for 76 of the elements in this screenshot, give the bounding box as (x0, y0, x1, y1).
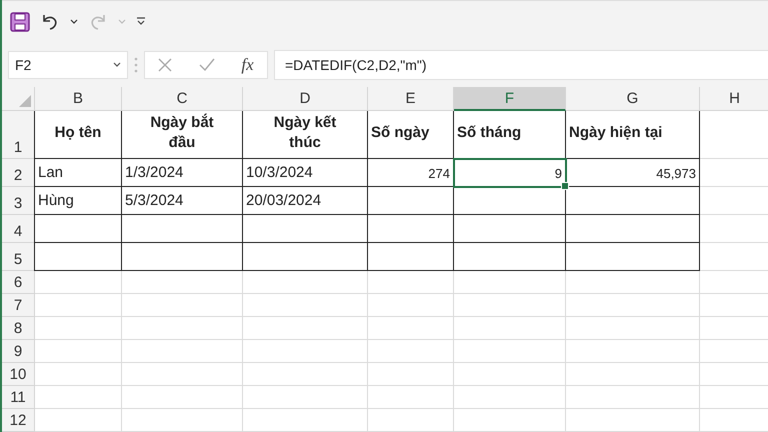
column-title: Họ tên (54, 122, 102, 143)
row-header[interactable]: 3 (2, 187, 35, 215)
cell-value: 9 (554, 165, 562, 183)
table-cell[interactable] (34, 215, 122, 243)
cell-value: 10/3/2024 (246, 162, 313, 183)
column-title: Ngày bắt đầu (149, 112, 215, 153)
row-header[interactable]: 7 (2, 294, 35, 317)
row-header[interactable]: 6 (2, 271, 35, 294)
row-header[interactable]: 5 (2, 243, 35, 271)
table-cell[interactable]: Ngày kết thúc (243, 111, 368, 159)
table-cell[interactable] (454, 187, 566, 215)
row-header[interactable]: 10 (2, 363, 35, 386)
column-header[interactable]: C (122, 87, 243, 111)
row-header[interactable]: 4 (2, 215, 35, 243)
table-cell[interactable] (34, 243, 122, 271)
redo-dropdown-icon[interactable] (118, 18, 126, 25)
column-header[interactable]: G (566, 87, 700, 111)
cell-value: 1/3/2024 (125, 162, 184, 183)
formula-field[interactable]: =DATEDIF(C2,D2,"m") (274, 50, 768, 80)
cell-value: Lan (38, 162, 64, 183)
cell-value: 45,973 (656, 165, 696, 183)
column-header[interactable]: H (700, 87, 768, 111)
table-cell[interactable] (243, 215, 368, 243)
name-box-dropdown-icon[interactable] (113, 62, 121, 68)
row-header[interactable]: 1 (2, 111, 35, 159)
name-box[interactable]: F2 (8, 50, 128, 79)
table-cell[interactable] (368, 243, 454, 271)
enter-check-icon[interactable] (198, 58, 215, 72)
table-cell[interactable]: Hùng (34, 187, 122, 215)
column-header[interactable]: B (35, 87, 122, 111)
table-cell[interactable] (566, 243, 700, 271)
table-cell[interactable]: Ngày hiện tại (566, 111, 700, 159)
row-header[interactable]: 8 (2, 317, 35, 340)
cancel-icon[interactable] (158, 58, 172, 72)
table-cell[interactable] (243, 243, 368, 271)
table-cell[interactable]: Ngày bắt đầu (122, 111, 243, 159)
row-header[interactable]: 9 (2, 340, 35, 363)
table-cell[interactable] (368, 215, 454, 243)
table-cell[interactable]: 20/03/2024 (243, 187, 368, 215)
row-header[interactable]: 2 (2, 159, 35, 187)
customize-icon[interactable] (136, 16, 146, 27)
fill-handle[interactable] (561, 182, 569, 190)
table-cell[interactable] (122, 243, 243, 271)
column-title: Ngày kết thúc (272, 112, 338, 153)
table-cell[interactable]: 274 (368, 159, 454, 187)
table-cell[interactable] (454, 243, 566, 271)
row-header[interactable]: 11 (2, 386, 35, 409)
undo-dropdown-icon[interactable] (70, 18, 78, 25)
table-cell[interactable]: 45,973 (566, 159, 700, 187)
select-all-icon[interactable] (19, 95, 31, 107)
table-cell[interactable]: Số tháng (454, 111, 566, 159)
column-title: Số tháng (457, 122, 522, 143)
row-header[interactable]: 12 (2, 409, 35, 432)
table-cell[interactable]: 1/3/2024 (122, 159, 243, 187)
table-cell[interactable] (566, 187, 700, 215)
table-cell[interactable] (454, 215, 566, 243)
table-cell[interactable]: Số ngày (368, 111, 454, 159)
cell-value: 20/03/2024 (246, 190, 322, 211)
insert-function-button[interactable]: fx (241, 54, 254, 75)
save-icon[interactable] (10, 12, 30, 32)
table-cell[interactable]: Họ tên (34, 111, 122, 159)
column-header[interactable]: E (368, 87, 454, 111)
selected-cell[interactable]: 9 (454, 159, 566, 187)
column-header[interactable]: F (454, 87, 566, 111)
column-header[interactable]: D (243, 87, 368, 111)
cell-value: 274 (428, 165, 450, 183)
column-title: Số ngày (371, 122, 430, 143)
cell-value: 5/3/2024 (125, 190, 184, 211)
cell-value: Hùng (38, 190, 74, 211)
table-cell[interactable] (368, 187, 454, 215)
table-cell[interactable] (566, 215, 700, 243)
table-cell[interactable]: 5/3/2024 (122, 187, 243, 215)
column-title: Ngày hiện tại (569, 122, 662, 143)
table-cell[interactable] (122, 215, 243, 243)
table-cell[interactable]: 10/3/2024 (243, 159, 368, 187)
table-cell[interactable]: Lan (34, 159, 122, 187)
